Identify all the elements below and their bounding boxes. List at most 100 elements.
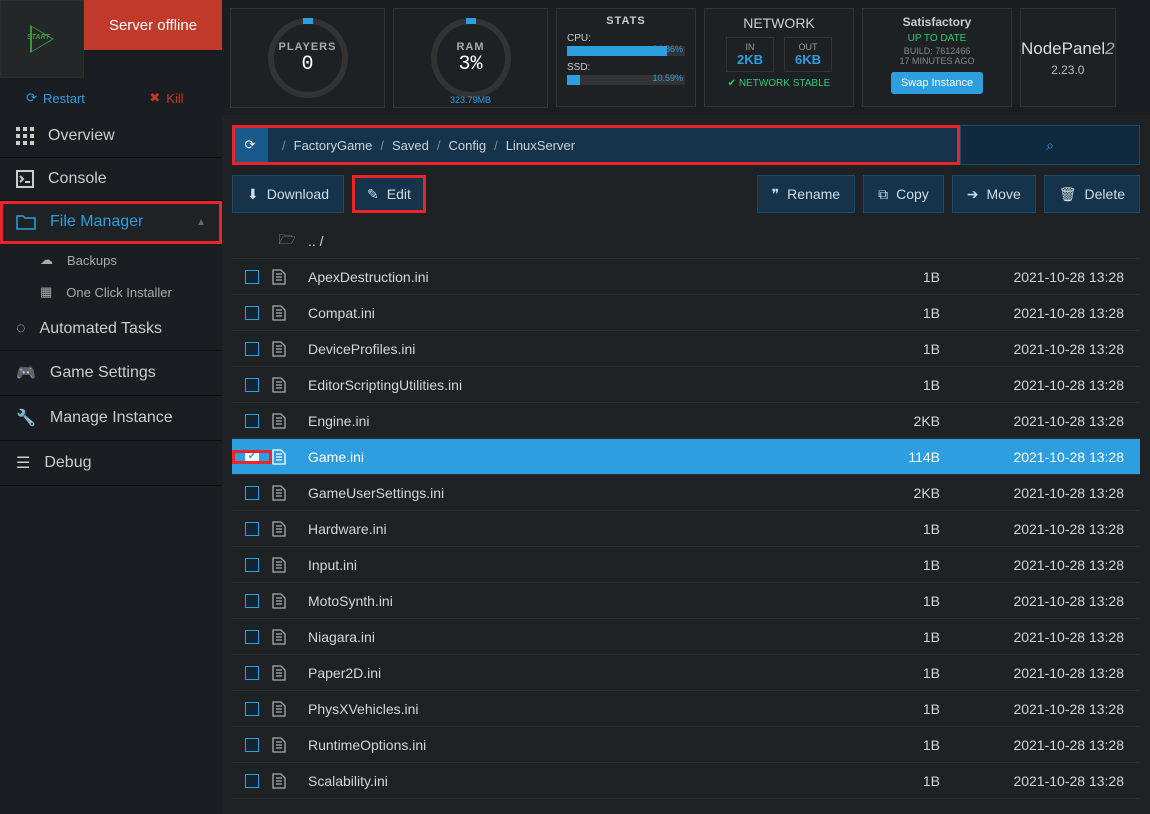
checkbox[interactable] [245, 522, 259, 536]
sidebar-item-debug[interactable]: ☰ Debug [0, 441, 222, 486]
move-button[interactable]: ➔ Move [952, 175, 1036, 213]
console-icon [16, 170, 34, 188]
sidebar-item-backups[interactable]: ☁ Backups [0, 244, 222, 276]
refresh-icon[interactable]: ⟳ [232, 125, 268, 165]
table-row[interactable]: ApexDestruction.ini 1B 2021-10-28 13:28 [232, 259, 1140, 295]
sidebar-item-gamesettings[interactable]: 🎮 Game Settings [0, 351, 222, 396]
rename-button[interactable]: ❞ Rename [757, 175, 855, 213]
file-icon [272, 449, 302, 465]
file-size: 1B [860, 269, 960, 285]
restart-button[interactable]: ⟳ Restart [0, 78, 111, 118]
file-icon [272, 701, 302, 717]
checkbox[interactable] [245, 342, 259, 356]
file-name: Engine.ini [302, 413, 860, 429]
file-date: 2021-10-28 13:28 [960, 665, 1140, 681]
file-date: 2021-10-28 13:28 [960, 521, 1140, 537]
table-row[interactable]: DeviceProfiles.ini 1B 2021-10-28 13:28 [232, 331, 1140, 367]
copy-label: Copy [896, 186, 929, 202]
players-value: 0 [301, 53, 313, 76]
net-out-val: 6KB [795, 52, 821, 67]
sidebar-item-label: Automated Tasks [40, 320, 162, 338]
download-label: Download [267, 186, 329, 202]
breadcrumb-seg[interactable]: Config [449, 138, 487, 153]
checkbox[interactable]: ✔ [245, 450, 259, 464]
sidebar-item-oneclick[interactable]: ▦ One Click Installer [0, 276, 222, 308]
table-row[interactable]: Scalability.ini 1B 2021-10-28 13:28 [232, 763, 1140, 799]
quote-icon: ❞ [772, 186, 780, 203]
game-name: Satisfactory [869, 15, 1005, 29]
file-size: 1B [860, 593, 960, 609]
updir-row[interactable]: 🗁 .. / [232, 223, 1140, 259]
table-row[interactable]: RuntimeOptions.ini 1B 2021-10-28 13:28 [232, 727, 1140, 763]
file-name: GameUserSettings.ini [302, 485, 860, 501]
table-row[interactable]: Paper2D.ini 1B 2021-10-28 13:28 [232, 655, 1140, 691]
folder-open-icon: 🗁 [272, 229, 302, 253]
checkbox[interactable] [245, 270, 259, 284]
breadcrumb-seg[interactable]: Saved [392, 138, 429, 153]
copy-button[interactable]: ⧉ Copy [863, 175, 944, 213]
file-size: 114B [860, 449, 960, 465]
checkbox[interactable] [245, 774, 259, 788]
checkbox[interactable] [245, 558, 259, 572]
brand-version: 2.23.0 [1051, 63, 1084, 77]
rename-label: Rename [787, 186, 840, 202]
delete-button[interactable]: 🗑 Delete [1044, 175, 1140, 213]
ram-title: RAM [456, 41, 484, 53]
sidebar-item-automated[interactable]: ◌ Automated Tasks [0, 308, 222, 351]
file-date: 2021-10-28 13:28 [960, 701, 1140, 717]
file-name: Input.ini [302, 557, 860, 573]
table-row[interactable]: PhysXVehicles.ini 1B 2021-10-28 13:28 [232, 691, 1140, 727]
checkbox[interactable] [245, 414, 259, 428]
file-name: DeviceProfiles.ini [302, 341, 860, 357]
sidebar-item-overview[interactable]: Overview [0, 115, 222, 158]
net-out-label: OUT [795, 42, 821, 52]
sidebar-item-console[interactable]: Console [0, 158, 222, 201]
checkbox[interactable] [245, 666, 259, 680]
checkbox[interactable] [245, 702, 259, 716]
file-date: 2021-10-28 13:28 [960, 773, 1140, 789]
checkbox[interactable] [245, 594, 259, 608]
table-row[interactable]: MotoSynth.ini 1B 2021-10-28 13:28 [232, 583, 1140, 619]
wrench-icon: 🔧 [16, 408, 36, 428]
checkbox[interactable] [245, 306, 259, 320]
checkbox[interactable] [245, 378, 259, 392]
breadcrumb-seg[interactable]: LinuxServer [506, 138, 575, 153]
table-row[interactable]: Niagara.ini 1B 2021-10-28 13:28 [232, 619, 1140, 655]
table-row[interactable]: Engine.ini 2KB 2021-10-28 13:28 [232, 403, 1140, 439]
file-size: 1B [860, 773, 960, 789]
breadcrumb[interactable]: ⟳ / FactoryGame / Saved / Config / Linux… [232, 125, 960, 165]
table-row[interactable]: Hardware.ini 1B 2021-10-28 13:28 [232, 511, 1140, 547]
sidebar-item-file-manager[interactable]: File Manager ▲ [0, 201, 222, 244]
ram-sub: 323.79MB [450, 95, 491, 105]
gear-dashed-icon: ◌ [16, 320, 26, 338]
start-button[interactable]: START [0, 0, 84, 78]
file-icon [272, 665, 302, 681]
checkbox[interactable] [245, 630, 259, 644]
search-input[interactable]: ⌕ [960, 125, 1140, 165]
file-icon [272, 485, 302, 501]
chevron-up-icon: ▲ [196, 217, 206, 228]
table-row[interactable]: ✔ Game.ini 114B 2021-10-28 13:28 [232, 439, 1140, 475]
table-row[interactable]: Compat.ini 1B 2021-10-28 13:28 [232, 295, 1140, 331]
edit-button[interactable]: ✎ Edit [352, 175, 426, 213]
file-size: 1B [860, 737, 960, 753]
check-icon: ✔ [728, 78, 736, 89]
game-panel: Satisfactory UP TO DATE BUILD: 7612466 1… [862, 8, 1012, 107]
table-row[interactable]: Input.ini 1B 2021-10-28 13:28 [232, 547, 1140, 583]
stats-panel: STATS CPU: 84.86% SSD: 10.59% [556, 8, 696, 107]
breadcrumb-seg[interactable]: FactoryGame [294, 138, 373, 153]
checkbox[interactable] [245, 738, 259, 752]
swap-instance-button[interactable]: Swap Instance [891, 72, 983, 94]
download-button[interactable]: ⬇ Download [232, 175, 344, 213]
kill-icon: ✖ [149, 90, 160, 106]
table-row[interactable]: GameUserSettings.ini 2KB 2021-10-28 13:2… [232, 475, 1140, 511]
file-date: 2021-10-28 13:28 [960, 557, 1140, 573]
network-stable: NETWORK STABLE [739, 78, 831, 89]
start-label: START [27, 34, 50, 41]
file-icon [272, 629, 302, 645]
checkbox[interactable] [245, 486, 259, 500]
table-row[interactable]: EditorScriptingUtilities.ini 1B 2021-10-… [232, 367, 1140, 403]
sidebar-item-manage[interactable]: 🔧 Manage Instance [0, 396, 222, 441]
kill-button[interactable]: ✖ Kill [111, 78, 222, 118]
file-name: MotoSynth.ini [302, 593, 860, 609]
